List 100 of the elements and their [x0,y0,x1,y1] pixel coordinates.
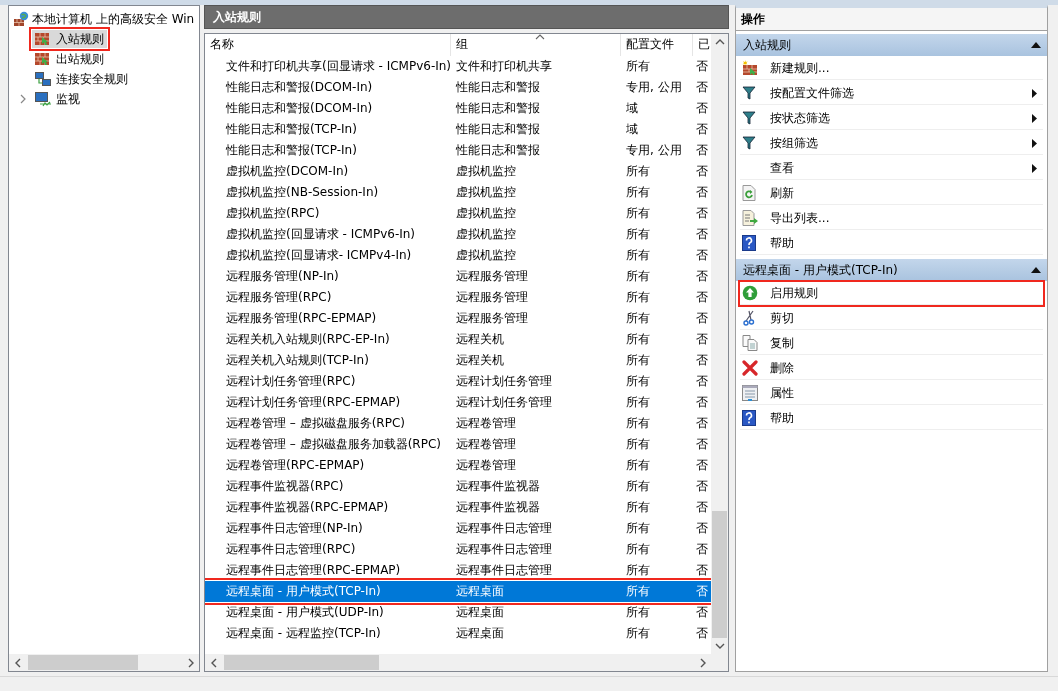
tree-item[interactable]: 连接安全规则 [32,70,131,88]
action-item[interactable]: 帮助 [740,407,1043,430]
rule-row[interactable]: 远程卷管理 – 虚拟磁盘服务加载器(RPC) 远程卷管理 所有 否 [205,434,711,455]
collapse-icon[interactable] [1031,42,1041,48]
rule-row[interactable]: 远程计划任务管理(RPC) 远程计划任务管理 所有 否 [205,371,711,392]
rule-row[interactable]: 虚拟机监控(回显请求 - ICMPv6-In) 虚拟机监控 所有 否 [205,224,711,245]
scroll-up-icon[interactable] [714,38,725,46]
vertical-scrollbar[interactable] [711,34,728,654]
table-cell-text: 远程服务管理(NP-In) [225,268,340,285]
help-icon [742,410,756,426]
tree-root-label[interactable]: 本地计算机 上的高级安全 Win [32,10,195,28]
table-cell-text: 远程桌面 [455,625,505,642]
table-cell-text: 所有 [625,373,651,390]
table-cell-text: 虚拟机监控(回显请求- ICMPv4-In) [225,247,413,264]
table-cell-text: 远程卷管理 – 虚拟磁盘服务(RPC) [225,415,406,432]
tree-item[interactable]: 监视 [32,90,83,108]
action-item[interactable]: 复制 [740,332,1043,355]
scroll-down-icon[interactable] [714,642,725,650]
table-cell-text: 远程关机入站规则(RPC-EP-In) [225,331,391,348]
action-item[interactable]: 属性 [740,382,1043,405]
rule-row[interactable]: 远程桌面 - 用户模式(TCP-In) 远程桌面 所有 否 [205,581,711,602]
table-cell-text: 所有 [625,457,651,474]
section-header[interactable]: 入站规则 [736,34,1047,56]
rule-row[interactable]: 远程桌面 - 用户模式(UDP-In) 远程桌面 所有 否 [205,602,711,623]
table-cell-text: 所有 [625,436,651,453]
table-cell-text: 否 [695,415,709,432]
scroll-left-icon[interactable] [13,657,22,668]
rule-row[interactable]: 性能日志和警报(DCOM-In) 性能日志和警报 专用, 公用 否 [205,77,711,98]
action-item[interactable]: 删除 [740,357,1043,380]
rule-row[interactable]: 远程事件日志管理(RPC-EPMAP) 远程事件日志管理 所有 否 [205,560,711,581]
action-item[interactable]: 帮助 [740,232,1043,255]
table-cell-text: 否 [695,625,709,642]
monitor-icon [35,91,51,107]
table-cell-text: 远程事件监视器(RPC-EPMAP) [225,499,390,516]
horizontal-scrollbar[interactable] [9,654,199,671]
table-cell-text: 域 [625,121,639,138]
table-cell-text: 虚拟机监控 [455,184,517,201]
filter-icon [742,86,756,100]
table-cell-text: 远程卷管理(RPC-EPMAP) [225,457,366,474]
table-cell-text: 文件和打印机共享 [455,58,553,75]
action-item[interactable]: 启用规则 [740,282,1043,305]
rule-row[interactable]: 虚拟机监控(DCOM-In) 虚拟机监控 所有 否 [205,161,711,182]
scroll-thumb[interactable] [28,655,138,670]
rule-row[interactable]: 远程事件日志管理(RPC) 远程事件日志管理 所有 否 [205,539,711,560]
table-cell-text: 否 [695,604,709,621]
rule-row[interactable]: 远程桌面 - 远程监控(TCP-In) 远程桌面 所有 否 [205,623,711,644]
table-cell-text: 否 [695,289,709,306]
column-header[interactable]: 已 [693,34,711,56]
action-item[interactable]: 按配置文件筛选 [740,82,1043,105]
scroll-right-icon[interactable] [698,657,707,668]
scroll-right-icon[interactable] [186,657,195,668]
rule-row[interactable]: 性能日志和警报(DCOM-In) 性能日志和警报 域 否 [205,98,711,119]
rule-row[interactable]: 远程事件监视器(RPC-EPMAP) 远程事件监视器 所有 否 [205,497,711,518]
section-header[interactable]: 远程桌面 - 用户模式(TCP-In) [736,259,1047,281]
rule-row[interactable]: 远程卷管理 – 虚拟磁盘服务(RPC) 远程卷管理 所有 否 [205,413,711,434]
action-item[interactable]: 刷新 [740,182,1043,205]
rule-row[interactable]: 远程事件监视器(RPC) 远程事件监视器 所有 否 [205,476,711,497]
tree-item[interactable]: 出站规则 [32,50,107,68]
action-item[interactable]: 按状态筛选 [740,107,1043,130]
table-cell-text: 否 [695,247,709,264]
rule-row[interactable]: 性能日志和警报(TCP-In) 性能日志和警报 域 否 [205,119,711,140]
expand-chevron-icon[interactable] [19,94,27,104]
action-item[interactable]: 新建规则... [740,57,1043,80]
table-cell-text: 虚拟机监控 [455,247,517,264]
column-header[interactable]: 配置文件 [621,34,693,56]
horizontal-scrollbar[interactable] [205,654,728,671]
tree-item[interactable]: 入站规则 [32,30,107,48]
rule-row[interactable]: 文件和打印机共享(回显请求 - ICMPv6-In) 文件和打印机共享 所有 否 [205,56,711,77]
rule-row[interactable]: 虚拟机监控(回显请求- ICMPv4-In) 虚拟机监控 所有 否 [205,245,711,266]
table-cell-text: 所有 [625,604,651,621]
table-cell-text: 否 [695,373,709,390]
rule-row[interactable]: 性能日志和警报(TCP-In) 性能日志和警报 专用, 公用 否 [205,140,711,161]
action-item[interactable]: 查看 [740,157,1043,180]
rule-row[interactable]: 虚拟机监控(NB-Session-In) 虚拟机监控 所有 否 [205,182,711,203]
table-cell-text: 远程服务管理 [455,268,529,285]
rule-row[interactable]: 虚拟机监控(RPC) 虚拟机监控 所有 否 [205,203,711,224]
scroll-left-icon[interactable] [209,657,218,668]
rule-row[interactable]: 远程关机入站规则(TCP-In) 远程关机 所有 否 [205,350,711,371]
rule-row[interactable]: 远程计划任务管理(RPC-EPMAP) 远程计划任务管理 所有 否 [205,392,711,413]
scroll-thumb[interactable] [712,511,727,638]
rule-row[interactable]: 远程服务管理(RPC) 远程服务管理 所有 否 [205,287,711,308]
table-cell-text: 否 [695,583,709,600]
rule-row[interactable]: 远程服务管理(RPC-EPMAP) 远程服务管理 所有 否 [205,308,711,329]
rule-row[interactable]: 远程事件日志管理(NP-In) 远程事件日志管理 所有 否 [205,518,711,539]
action-item[interactable]: 导出列表... [740,207,1043,230]
rule-row[interactable]: 远程卷管理(RPC-EPMAP) 远程卷管理 所有 否 [205,455,711,476]
table-cell-text: 远程桌面 [455,604,505,621]
table-cell-text: 远程事件日志管理 [455,562,553,579]
rule-row[interactable]: 远程服务管理(NP-In) 远程服务管理 所有 否 [205,266,711,287]
rule-row[interactable]: 远程关机入站规则(RPC-EP-In) 远程关机 所有 否 [205,329,711,350]
table-cell-text: 远程卷管理 – 虚拟磁盘服务加载器(RPC) [225,436,442,453]
sort-ascending-icon [535,34,545,40]
table-cell-text: 否 [695,394,709,411]
action-item[interactable]: 按组筛选 [740,132,1043,155]
collapse-icon[interactable] [1031,267,1041,273]
action-item[interactable]: 剪切 [740,307,1043,330]
column-header[interactable]: 名称 [205,34,451,56]
column-header[interactable]: 组 [451,34,621,56]
table-cell-text: 所有 [625,415,651,432]
scroll-thumb[interactable] [224,655,379,670]
